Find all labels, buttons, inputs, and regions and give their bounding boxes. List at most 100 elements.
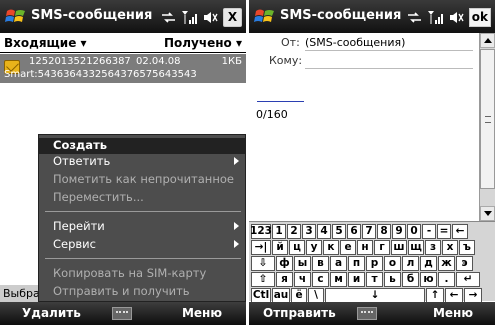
- keyboard-key[interactable]: г: [374, 240, 390, 255]
- keyboard-key[interactable]: а: [330, 256, 347, 271]
- keyboard-key[interactable]: з: [425, 240, 441, 255]
- menu-item-create[interactable]: Создать: [39, 138, 245, 154]
- keyboard-key[interactable]: →: [464, 288, 482, 303]
- keyboard-key[interactable]: 4: [317, 224, 331, 239]
- connectivity-icon[interactable]: [160, 9, 177, 26]
- windows-start-icon[interactable]: [5, 7, 27, 27]
- keyboard-key[interactable]: л: [402, 256, 419, 271]
- keyboard-key[interactable]: Ctl: [251, 288, 271, 303]
- menu-item-reply[interactable]: Ответить: [39, 154, 245, 170]
- keyboard-key[interactable]: au: [272, 288, 290, 303]
- keyboard-key[interactable]: 2: [287, 224, 301, 239]
- keyboard-key[interactable]: б: [402, 272, 419, 287]
- softkey-menu[interactable]: Меню: [182, 306, 222, 320]
- message-body-field[interactable]: [257, 101, 304, 102]
- partial-tab[interactable]: Выбра: [0, 285, 38, 302]
- keyboard-key[interactable]: 3: [302, 224, 316, 239]
- keyboard-key[interactable]: ш: [391, 240, 407, 255]
- keyboard-key[interactable]: ч: [294, 272, 311, 287]
- keyboard-row: ⇩ ф ы в а п р о л д ж э: [251, 256, 473, 272]
- keyboard-key[interactable]: 0: [407, 224, 421, 239]
- keyboard-key[interactable]: ю: [420, 272, 437, 287]
- keyboard-key[interactable]: д: [420, 256, 437, 271]
- keyboard-icon[interactable]: [357, 307, 377, 320]
- menu-item-tools[interactable]: Сервис: [39, 237, 245, 253]
- softkey-bar: Отправить Меню: [249, 302, 495, 325]
- keyboard-key[interactable]: в: [312, 256, 329, 271]
- signal-icon[interactable]: [181, 9, 198, 26]
- keyboard-key[interactable]: н: [357, 240, 373, 255]
- keyboard-key[interactable]: ↑: [426, 288, 444, 303]
- keyboard-key[interactable]: ь: [384, 272, 401, 287]
- keyboard-key[interactable]: с: [312, 272, 329, 287]
- softkey-delete[interactable]: Удалить: [22, 306, 81, 320]
- signal-icon[interactable]: [427, 9, 444, 26]
- keyboard-key[interactable]: ц: [289, 240, 305, 255]
- keyboard-key[interactable]: →|: [251, 240, 271, 255]
- keyboard-key[interactable]: й: [272, 240, 288, 255]
- ok-button[interactable]: ok: [468, 7, 491, 27]
- keyboard-key[interactable]: ↓: [325, 288, 425, 303]
- keyboard-key[interactable]: о: [384, 256, 401, 271]
- keyboard-key[interactable]: 7: [362, 224, 376, 239]
- keyboard-key[interactable]: х: [442, 240, 458, 255]
- scroll-thumb[interactable]: [480, 49, 495, 189]
- keyboard-key[interactable]: ж: [438, 256, 455, 271]
- vertical-scrollbar[interactable]: [479, 33, 495, 221]
- context-menu: Создать Ответить Пометить как непрочитан…: [38, 134, 246, 302]
- keyboard-key[interactable]: р: [366, 256, 383, 271]
- message-size: 1КБ: [221, 56, 242, 67]
- keyboard-key[interactable]: ←: [452, 224, 468, 239]
- keyboard-icon[interactable]: [112, 307, 132, 320]
- keyboard-key[interactable]: п: [348, 256, 365, 271]
- keyboard-key[interactable]: ъ: [459, 240, 475, 255]
- keyboard-key[interactable]: .: [438, 272, 455, 287]
- keyboard-key[interactable]: м: [330, 272, 347, 287]
- keyboard-key[interactable]: ф: [276, 256, 293, 271]
- keyboard-key[interactable]: ↵: [456, 272, 480, 287]
- keyboard-key[interactable]: ←: [445, 288, 463, 303]
- message-row[interactable]: 1252013521266387 02.04.08 1КБ Smart:5436…: [0, 54, 246, 83]
- keyboard-key[interactable]: 9: [392, 224, 406, 239]
- sort-dropdown[interactable]: Получено ▾: [164, 36, 242, 50]
- keyboard-key[interactable]: 123: [250, 224, 272, 239]
- scroll-down-icon[interactable]: [480, 206, 495, 221]
- close-button[interactable]: X: [223, 7, 242, 27]
- folder-bar: Входящие ▾ Получено ▾: [0, 33, 246, 53]
- keyboard-key[interactable]: ё: [291, 288, 307, 303]
- keyboard-key[interactable]: -: [422, 224, 436, 239]
- keyboard-key[interactable]: к: [323, 240, 339, 255]
- to-label: Кому:: [269, 54, 303, 67]
- keyboard-key[interactable]: 6: [347, 224, 361, 239]
- keyboard-key[interactable]: и: [348, 272, 365, 287]
- volume-icon[interactable]: [448, 9, 465, 26]
- keyboard-key[interactable]: е: [340, 240, 356, 255]
- keyboard-key[interactable]: я: [276, 272, 293, 287]
- menu-item-label: Перейти: [53, 219, 105, 233]
- windows-start-icon[interactable]: [254, 7, 276, 27]
- scroll-up-icon[interactable]: [480, 33, 495, 48]
- keyboard-key[interactable]: 1: [272, 224, 286, 239]
- softkey-send[interactable]: Отправить: [263, 306, 336, 320]
- menu-item-label: Переместить...: [53, 190, 144, 204]
- keyboard-key[interactable]: ⇧: [251, 272, 275, 287]
- keyboard-key[interactable]: щ: [408, 240, 424, 255]
- keyboard-key[interactable]: у: [306, 240, 322, 255]
- keyboard-key[interactable]: ы: [294, 256, 311, 271]
- folder-dropdown[interactable]: Входящие ▾: [4, 36, 87, 50]
- softkey-menu[interactable]: Меню: [433, 306, 473, 320]
- keyboard-key[interactable]: 5: [332, 224, 346, 239]
- keyboard-key[interactable]: 8: [377, 224, 391, 239]
- menu-item-goto[interactable]: Перейти: [39, 219, 245, 235]
- menu-item-label: Ответить: [53, 154, 111, 168]
- connectivity-icon[interactable]: [406, 9, 423, 26]
- title-text: SMS-сообщения: [31, 8, 153, 23]
- keyboard-key[interactable]: т: [366, 272, 383, 287]
- from-value[interactable]: (SMS-сообщения): [305, 36, 405, 49]
- to-field[interactable]: [305, 68, 473, 69]
- keyboard-key[interactable]: э: [456, 256, 473, 271]
- keyboard-key[interactable]: =: [437, 224, 451, 239]
- keyboard-key[interactable]: ⇩: [251, 256, 275, 271]
- keyboard-key[interactable]: \: [308, 288, 324, 303]
- volume-icon[interactable]: [202, 9, 219, 26]
